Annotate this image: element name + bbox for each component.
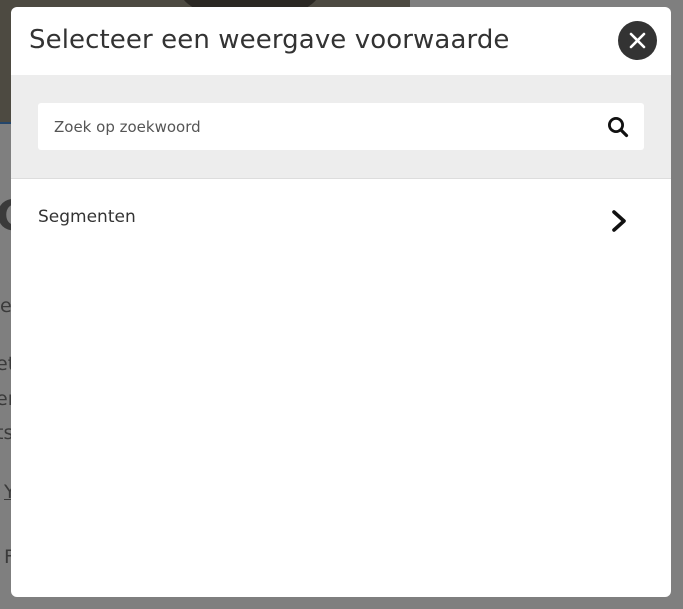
search-bar: [11, 75, 671, 179]
chevron-right-icon: [612, 210, 626, 232]
background-text-fragment: e: [0, 295, 12, 317]
modal-header: Selecteer een weergave voorwaarde: [11, 7, 671, 75]
modal-title: Selecteer een weergave voorwaarde: [29, 25, 510, 55]
list-item-label: Segmenten: [38, 207, 136, 227]
search-icon[interactable]: [606, 115, 630, 139]
close-button[interactable]: [618, 21, 657, 60]
list-item-segmenten[interactable]: Segmenten: [11, 179, 671, 259]
condition-picker-modal: Selecteer een weergave voorwaarde Segmen…: [11, 7, 671, 597]
close-icon: [629, 32, 646, 49]
search-field: [38, 103, 644, 150]
search-input[interactable]: [38, 103, 594, 150]
